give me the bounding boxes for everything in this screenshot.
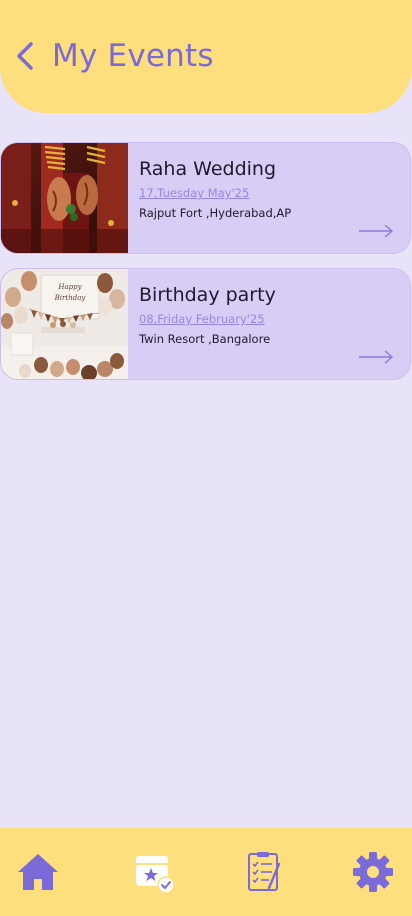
event-location: Rajput Fort ,Hyderabad,AP [139,206,292,220]
app-header: My Events [0,0,412,113]
back-button[interactable] [8,36,46,76]
page-title: My Events [52,38,214,74]
checklist-icon [248,852,281,891]
arrow-right-icon[interactable] [358,223,394,239]
event-date-link[interactable]: 08,Friday February'25 [139,312,265,327]
chevron-left-icon [17,42,33,70]
settings-icon [353,852,393,892]
banner-text-line2: Birthday [54,294,87,302]
wedding-hands-photo [1,143,128,253]
nav-home-button[interactable] [16,850,60,894]
event-date-link[interactable]: 17,Tuesday May'25 [139,186,249,201]
event-location: Twin Resort ,Bangalore [139,332,271,346]
nav-events-button[interactable] [133,850,177,894]
bottom-nav [0,828,412,916]
birthday-decoration-photo: Happy Birthday [1,269,128,379]
banner-text-line1: Happy [57,283,82,291]
event-card[interactable]: Raha Wedding 17,Tuesday May'25 Rajput Fo… [0,142,411,254]
home-icon [18,854,58,890]
nav-tasks-button[interactable] [243,850,287,894]
event-name: Birthday party [139,284,276,306]
event-calendar-icon [136,856,175,894]
nav-settings-button[interactable] [351,850,395,894]
event-name: Raha Wedding [139,158,277,180]
arrow-right-icon[interactable] [358,349,394,365]
event-card[interactable]: Happy Birthday Birthday party 08,Friday … [0,268,411,380]
